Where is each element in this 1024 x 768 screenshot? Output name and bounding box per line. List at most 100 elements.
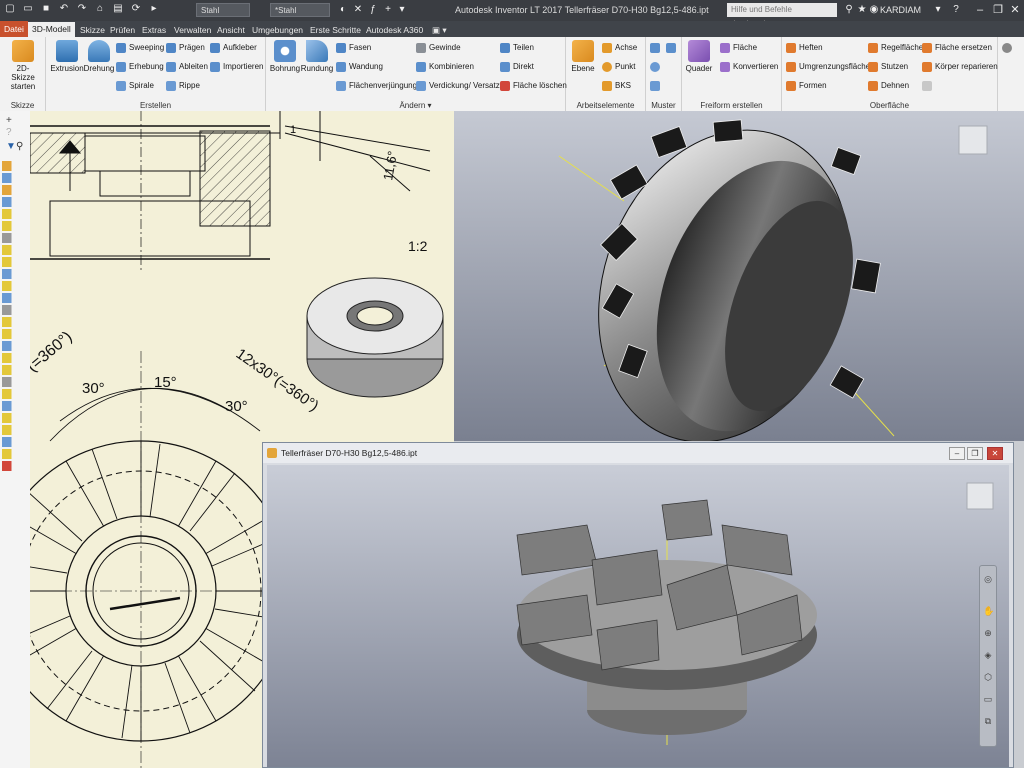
freiform-flaeche-button[interactable]: Fläche	[720, 41, 757, 55]
spirale-button[interactable]: Spirale	[116, 79, 154, 93]
customize-icon[interactable]: ▾	[396, 4, 408, 16]
tab-autodesk-a360[interactable]: Autodesk A360	[362, 23, 427, 37]
tree-node[interactable]	[2, 305, 26, 315]
help-search-input[interactable]: Hilfe und Befehle durchsuchen...	[727, 3, 837, 28]
add-icon[interactable]: +	[6, 115, 18, 126]
doc-restore-button[interactable]: ❐	[967, 447, 983, 460]
gewinde-button[interactable]: Gewinde	[416, 41, 461, 55]
umgrenzungsflaeche-button[interactable]: Umgrenzungsfläche	[786, 60, 870, 74]
zoom-all-icon[interactable]: ⧉	[983, 716, 993, 726]
formen-button[interactable]: Formen	[786, 79, 827, 93]
erhebung-button[interactable]: Erhebung	[116, 60, 164, 74]
look-at-icon[interactable]: ▭	[983, 694, 993, 704]
tree-node[interactable]	[2, 413, 26, 423]
ableiten-button[interactable]: Ableiten	[166, 60, 208, 74]
viewcube-icon[interactable]	[966, 482, 994, 510]
achse-button[interactable]: Achse	[602, 41, 637, 55]
aufkleber-button[interactable]: Aufkleber	[210, 41, 257, 55]
tree-node[interactable]	[2, 437, 26, 447]
tree-node[interactable]	[2, 269, 26, 279]
restore-button[interactable]: ❐	[990, 2, 1006, 18]
drehung-button[interactable]: Drehung	[82, 40, 116, 73]
print-icon[interactable]: ▤	[112, 3, 124, 15]
help-icon[interactable]: ?	[6, 127, 18, 138]
tree-node[interactable]	[2, 185, 26, 195]
fasen-button[interactable]: Fasen	[336, 41, 371, 55]
tab-datei[interactable]: Datei	[0, 21, 28, 37]
bohrung-button[interactable]: Bohrung	[268, 40, 302, 73]
flaechenverjuengung-button[interactable]: Flächenverjüngung	[336, 79, 417, 93]
full-navigation-icon[interactable]: ⬡	[983, 672, 993, 682]
sweeping-button[interactable]: Sweeping	[116, 41, 164, 55]
tree-node[interactable]	[2, 449, 26, 459]
tree-node[interactable]	[2, 173, 26, 183]
undo-icon[interactable]: ↶	[58, 3, 70, 15]
home-icon[interactable]: ⌂	[94, 3, 106, 15]
close-button[interactable]: ✕	[1007, 2, 1023, 18]
tree-node[interactable]	[2, 341, 26, 351]
bks-button[interactable]: BKS	[602, 79, 631, 93]
pan-icon[interactable]: ✋	[983, 606, 994, 616]
fit-mesh-button[interactable]	[922, 79, 935, 93]
clear-icon[interactable]: ✕	[352, 4, 364, 16]
chevron-down-icon[interactable]: ▾	[932, 4, 944, 16]
minimize-button[interactable]: –	[972, 2, 988, 18]
tab-erste-schritte[interactable]: Erste Schritte	[306, 23, 365, 37]
binoculars-icon[interactable]: ⚲	[843, 4, 855, 16]
koerper-reparieren-button[interactable]: Körper reparieren	[922, 60, 998, 74]
rippe-button[interactable]: Rippe	[166, 79, 200, 93]
mirror-button[interactable]	[666, 41, 679, 55]
save-icon[interactable]: ■	[40, 3, 52, 15]
add-icon[interactable]: +	[382, 4, 394, 16]
camera-icon[interactable]: ▣ ▾	[428, 23, 451, 37]
quader-button[interactable]: Quader	[682, 40, 716, 73]
tree-node[interactable]	[2, 389, 26, 399]
circ-pattern-button[interactable]	[650, 60, 663, 74]
3d-viewport-main[interactable]	[454, 111, 1024, 441]
tree-node[interactable]	[2, 281, 26, 291]
teilen-button[interactable]: Teilen	[500, 41, 534, 55]
redo-icon[interactable]: ↷	[76, 3, 88, 15]
start-2d-sketch-button[interactable]: 2D-Skizze starten	[6, 40, 40, 91]
adjust-icon[interactable]: ◐	[337, 4, 349, 16]
ebene-button[interactable]: Ebene	[566, 40, 600, 73]
ribbon-options-button[interactable]	[1002, 41, 1015, 55]
rundung-button[interactable]: Rundung	[300, 40, 334, 73]
zoom-icon[interactable]: ⊕	[983, 628, 993, 638]
tab-pruefen[interactable]: Prüfen	[106, 23, 139, 37]
verdickung-button[interactable]: Verdickung/ Versatz	[416, 79, 500, 93]
tree-node[interactable]	[2, 245, 26, 255]
new-icon[interactable]: ▢	[4, 3, 16, 15]
heften-button[interactable]: Heften	[786, 41, 823, 55]
tree-node[interactable]	[2, 293, 26, 303]
search-icon[interactable]: ⚲	[16, 141, 28, 152]
star-icon[interactable]: ★	[856, 4, 868, 16]
tab-verwalten[interactable]: Verwalten	[170, 23, 215, 37]
part-node[interactable]	[2, 161, 26, 171]
select-icon[interactable]: ▸	[148, 3, 160, 15]
tree-node[interactable]	[2, 329, 26, 339]
flaeche-loeschen-button[interactable]: Fläche löschen	[500, 79, 567, 93]
open-icon[interactable]: ▭	[22, 3, 34, 15]
tree-node[interactable]	[2, 221, 26, 231]
extrusion-button[interactable]: Extrusion	[50, 40, 84, 73]
fx-icon[interactable]: ƒ	[367, 4, 379, 16]
tree-node[interactable]	[2, 425, 26, 435]
viewcube-icon[interactable]	[958, 125, 988, 155]
wandung-button[interactable]: Wandung	[336, 60, 383, 74]
regelflaeche-button[interactable]: Regelfläche	[868, 41, 923, 55]
steering-wheel-icon[interactable]: ◎	[983, 574, 993, 584]
punkt-button[interactable]: Punkt	[602, 60, 635, 74]
user-name[interactable]: KARDIAM	[880, 5, 921, 15]
tab-extras[interactable]: Extras	[138, 23, 170, 37]
tab-skizze[interactable]: Skizze	[76, 23, 109, 37]
tab-ansicht[interactable]: Ansicht	[213, 23, 249, 37]
stutzen-button[interactable]: Stutzen	[868, 60, 908, 74]
rect-pattern-button[interactable]	[650, 41, 663, 55]
kombinieren-button[interactable]: Kombinieren	[416, 60, 474, 74]
tree-node[interactable]	[2, 377, 26, 387]
tree-node[interactable]	[2, 365, 26, 375]
tab-3d-modell[interactable]: 3D-Modell	[28, 22, 75, 37]
tree-node[interactable]	[2, 317, 26, 327]
direkt-button[interactable]: Direkt	[500, 60, 534, 74]
